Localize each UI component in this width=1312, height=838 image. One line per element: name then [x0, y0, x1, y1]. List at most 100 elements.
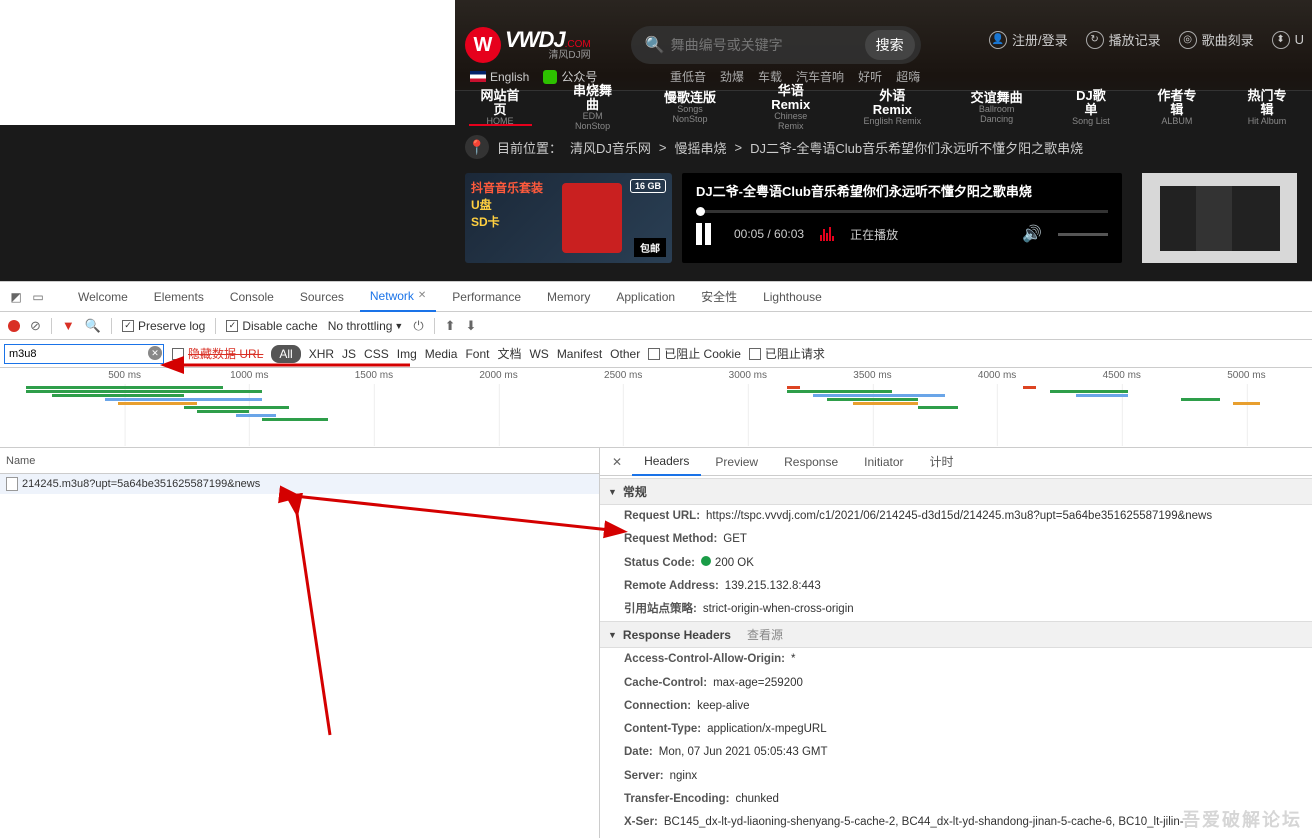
location-icon: 📍	[465, 135, 489, 159]
inspect-icon[interactable]: ◩	[8, 289, 24, 305]
download-icon[interactable]: ⬇	[466, 318, 477, 334]
nav-chinese[interactable]: 华语RemixChinese Remix	[740, 91, 842, 125]
usb-link[interactable]: ⬍U	[1272, 30, 1304, 49]
clear-filter-icon[interactable]: ✕	[148, 346, 162, 360]
detail-tab-response[interactable]: Response	[772, 448, 850, 476]
device-icon[interactable]: ▭	[30, 289, 46, 305]
logo-icon: W	[465, 27, 501, 63]
annotation-arrow	[170, 355, 420, 375]
volume-slider[interactable]	[1058, 233, 1108, 236]
throttling-select[interactable]: No throttling ▼	[328, 319, 404, 333]
close-icon[interactable]: ✕	[418, 290, 426, 301]
ad-server[interactable]	[1142, 173, 1297, 263]
breadcrumb-link[interactable]: 慢摇串烧	[675, 138, 727, 157]
tag-item[interactable]: 劲爆	[720, 68, 744, 85]
tab-welcome[interactable]: Welcome	[68, 282, 138, 312]
ad-shipping: 包邮	[634, 238, 666, 257]
preserve-log-checkbox[interactable]: ✓Preserve log	[122, 319, 205, 333]
uk-flag-icon	[470, 71, 486, 82]
filter-other[interactable]: Other	[610, 347, 640, 361]
wifi-icon[interactable]: ⏻	[413, 318, 423, 334]
filter-input[interactable]	[4, 344, 164, 364]
tab-performance[interactable]: Performance	[442, 282, 531, 312]
section-response-headers[interactable]: ▼Response Headers查看源	[600, 621, 1312, 648]
tab-network[interactable]: Network✕	[360, 282, 436, 312]
nav-songlist[interactable]: DJ歌单Song List	[1050, 91, 1132, 125]
logo-main: VWDJ	[505, 27, 565, 52]
usb-icon: ⬍	[1272, 31, 1290, 49]
tag-item[interactable]: 好听	[858, 68, 882, 85]
login-link[interactable]: 👤注册/登录	[989, 30, 1068, 49]
ad-badge: 16 GB	[630, 179, 666, 193]
search-icon[interactable]: 🔍	[85, 318, 101, 334]
section-general[interactable]: ▼常规	[600, 478, 1312, 505]
search-button[interactable]: 搜索	[865, 30, 915, 60]
progress-bar[interactable]	[696, 210, 1108, 213]
nav-album[interactable]: 作者专辑ALBUM	[1132, 91, 1222, 125]
nav-english[interactable]: 外语RemixEnglish Remix	[842, 91, 944, 125]
tab-elements[interactable]: Elements	[144, 282, 214, 312]
tab-sources[interactable]: Sources	[290, 282, 354, 312]
tab-application[interactable]: Application	[606, 282, 685, 312]
tab-lighthouse[interactable]: Lighthouse	[753, 282, 832, 312]
nav-edm[interactable]: 串烧舞曲EDM NonStop	[545, 91, 640, 125]
detail-tab-headers[interactable]: Headers	[632, 448, 701, 476]
pause-button[interactable]	[696, 223, 718, 245]
filter-media[interactable]: Media	[425, 347, 458, 361]
nav-ballroom[interactable]: 交谊舞曲Ballroom Dancing	[943, 91, 1050, 125]
request-url-value: https://tspc.vvvdj.com/c1/2021/06/214245…	[706, 508, 1212, 525]
nav-home[interactable]: 网站首页HOME	[455, 91, 545, 125]
disc-icon: ◎	[1179, 31, 1197, 49]
detail-tab-timing[interactable]: 计时	[918, 448, 966, 476]
track-title: DJ二爷-全粤语Club音乐希望你们永远听不懂夕阳之歌串烧	[696, 181, 1108, 200]
usb-image	[562, 183, 622, 253]
ad-usb[interactable]: 抖音音乐套装 U盘 SD卡 16 GB 包邮	[465, 173, 672, 263]
blocked-requests-checkbox[interactable]: 已阻止请求	[749, 345, 825, 362]
tab-memory[interactable]: Memory	[537, 282, 600, 312]
clock-icon: ↻	[1086, 31, 1104, 49]
volume-icon[interactable]: 🔊	[1022, 224, 1042, 244]
filter-manifest[interactable]: Manifest	[557, 347, 602, 361]
disable-cache-checkbox[interactable]: ✓Disable cache	[226, 319, 317, 333]
network-timeline[interactable]: 500 ms1000 ms1500 ms2000 ms2500 ms3000 m…	[0, 368, 1312, 448]
filter-doc[interactable]: 文档	[497, 345, 521, 362]
play-history-link[interactable]: ↻播放记录	[1086, 30, 1161, 49]
request-name: 214245.m3u8?upt=5a64be351625587199&news	[22, 478, 260, 490]
chevron-down-icon: ▼	[394, 321, 403, 331]
wechat-icon	[543, 70, 557, 84]
server-image	[1160, 186, 1280, 251]
filter-font[interactable]: Font	[465, 347, 489, 361]
detail-tab-preview[interactable]: Preview	[703, 448, 770, 476]
annotation-arrow	[290, 495, 340, 745]
view-source-link[interactable]: 查看源	[747, 626, 783, 643]
breadcrumb-link[interactable]: 清风DJ音乐网	[570, 138, 651, 157]
tab-security[interactable]: 安全性	[691, 282, 747, 312]
burn-link[interactable]: ◎歌曲刻录	[1179, 30, 1254, 49]
logo-subtitle: 清风DJ网	[505, 51, 591, 61]
list-header-name[interactable]: Name	[0, 448, 599, 474]
progress-knob[interactable]	[696, 207, 705, 216]
search-input[interactable]	[671, 37, 865, 53]
site-logo[interactable]: W VWDJ.COM 清风DJ网	[465, 27, 591, 63]
logo-com: .COM	[565, 39, 591, 50]
tag-item[interactable]: 超嗨	[896, 68, 920, 85]
breadcrumb: 📍 目前位置： 清风DJ音乐网 > 慢摇串烧 > DJ二爷-全粤语Club音乐希…	[455, 135, 1312, 159]
clear-icon[interactable]: ⊘	[30, 318, 41, 334]
language-english[interactable]: English	[470, 68, 529, 85]
nav-songs[interactable]: 慢歌连版Songs NonStop	[640, 91, 740, 125]
audio-player: DJ二爷-全粤语Club音乐希望你们永远听不懂夕阳之歌串烧 00:05 / 60…	[682, 173, 1122, 263]
tag-item[interactable]: 重低音	[670, 68, 706, 85]
upload-icon[interactable]: ⬆	[445, 318, 456, 334]
player-status: 正在播放	[850, 226, 898, 243]
search-icon: 🔍	[645, 35, 665, 55]
filter-ws[interactable]: WS	[529, 347, 548, 361]
close-detail-icon[interactable]: ✕	[604, 455, 630, 469]
search-box: 🔍 搜索	[631, 26, 921, 64]
blocked-cookies-checkbox[interactable]: 已阻止 Cookie	[648, 345, 741, 362]
nav-hit[interactable]: 热门专辑Hit Album	[1222, 91, 1312, 125]
tab-console[interactable]: Console	[220, 282, 284, 312]
detail-tab-initiator[interactable]: Initiator	[852, 448, 915, 476]
file-icon	[6, 477, 18, 491]
filter-icon[interactable]: ▼	[62, 318, 75, 333]
record-button[interactable]	[8, 320, 20, 332]
